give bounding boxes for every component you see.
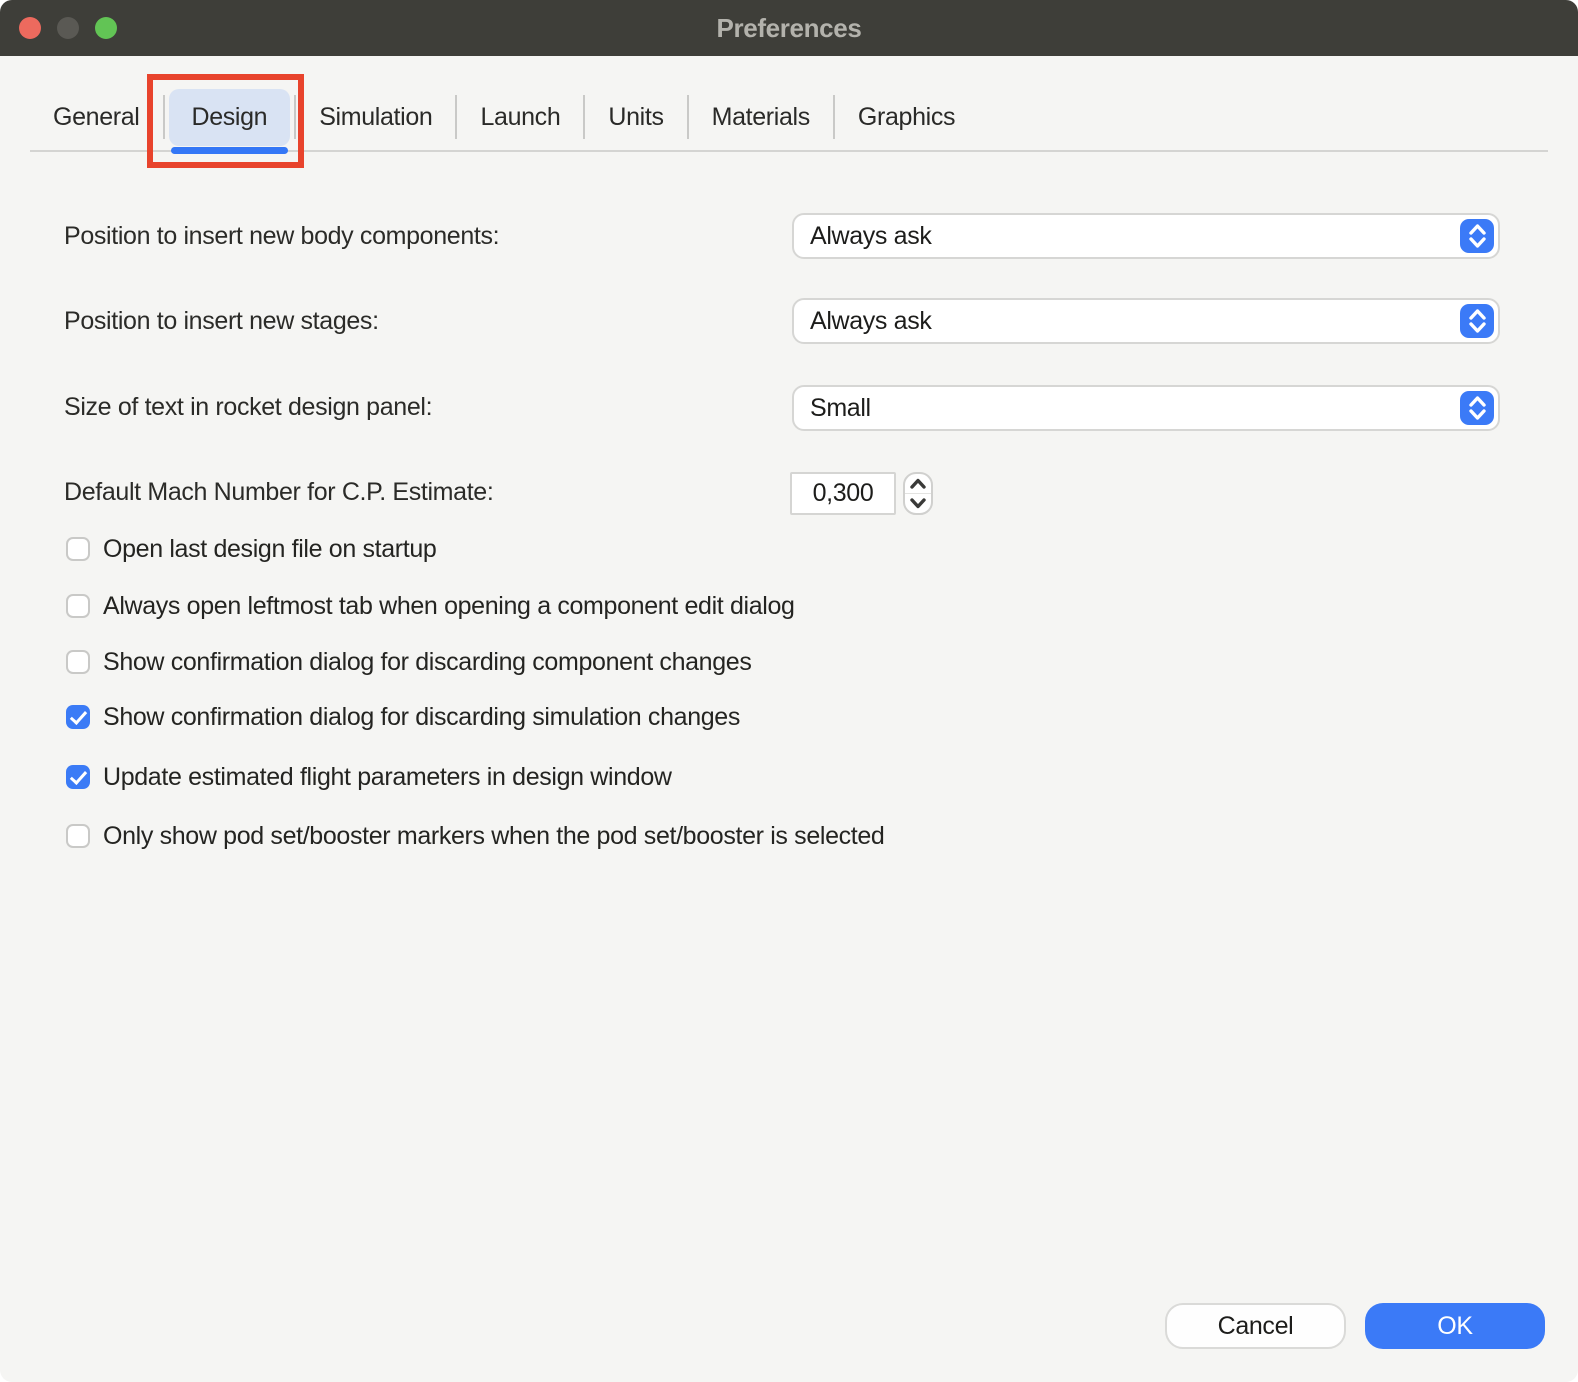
zoom-button[interactable] — [95, 17, 117, 39]
checkbox-label: Show confirmation dialog for discarding … — [103, 703, 740, 732]
minimize-button[interactable] — [57, 17, 79, 39]
tab-units[interactable]: Units — [585, 103, 686, 132]
checkbox-row[interactable]: Show confirmation dialog for discarding … — [66, 644, 752, 680]
tab-general[interactable]: General — [30, 103, 163, 132]
cancel-button[interactable]: Cancel — [1165, 1303, 1346, 1349]
open-last-design-checkbox[interactable] — [66, 537, 90, 561]
tab-bar: General Design Simulation Launch Units M… — [0, 56, 1578, 152]
tab-materials[interactable]: Materials — [689, 103, 833, 132]
mach-number-stepper — [903, 472, 933, 515]
update-flight-params-checkbox[interactable] — [66, 765, 90, 789]
tab-simulation[interactable]: Simulation — [296, 103, 455, 132]
new-stages-label: Position to insert new stages: — [64, 303, 379, 339]
checkbox-row[interactable]: Only show pod set/booster markers when t… — [66, 818, 884, 854]
checkbox-label: Open last design file on startup — [103, 535, 436, 564]
new-stages-dropdown[interactable]: Always ask — [792, 298, 1500, 344]
checkbox-label: Show confirmation dialog for discarding … — [103, 648, 752, 677]
body-components-label: Position to insert new body components: — [64, 218, 499, 254]
discard-simulation-checkbox[interactable] — [66, 705, 90, 729]
window-title: Preferences — [716, 13, 861, 44]
preferences-window: Preferences General Design Simulation La… — [0, 0, 1578, 1382]
checkbox-row[interactable]: Open last design file on startup — [66, 531, 436, 567]
tab-graphics[interactable]: Graphics — [835, 103, 978, 132]
window-controls — [19, 17, 117, 39]
mach-number-label: Default Mach Number for C.P. Estimate: — [64, 474, 493, 510]
text-size-label: Size of text in rocket design panel: — [64, 389, 432, 425]
dropdown-chevrons-icon — [1460, 304, 1494, 338]
tab-design[interactable]: Design — [169, 89, 291, 146]
checkbox-row[interactable]: Always open leftmost tab when opening a … — [66, 588, 795, 624]
checkbox-label: Update estimated flight parameters in de… — [103, 763, 672, 792]
dropdown-chevrons-icon — [1460, 219, 1494, 253]
dropdown-value: Always ask — [810, 222, 932, 251]
dropdown-value: Small — [810, 394, 871, 423]
tab-launch[interactable]: Launch — [457, 103, 583, 132]
leftmost-tab-checkbox[interactable] — [66, 594, 90, 618]
ok-button[interactable]: OK — [1365, 1303, 1545, 1349]
checkbox-label: Always open leftmost tab when opening a … — [103, 592, 795, 621]
checkbox-row[interactable]: Update estimated flight parameters in de… — [66, 759, 672, 795]
annotation-highlight-box: Design — [169, 89, 291, 146]
dropdown-value: Always ask — [810, 307, 932, 336]
checkbox-label: Only show pod set/booster markers when t… — [103, 822, 884, 851]
dropdown-chevrons-icon — [1460, 391, 1494, 425]
stepper-down-button[interactable] — [905, 494, 931, 513]
checkbox-row[interactable]: Show confirmation dialog for discarding … — [66, 699, 740, 735]
title-bar: Preferences — [0, 0, 1578, 56]
text-size-dropdown[interactable]: Small — [792, 385, 1500, 431]
mach-number-input[interactable]: 0,300 — [790, 472, 896, 515]
pod-set-markers-checkbox[interactable] — [66, 824, 90, 848]
discard-component-checkbox[interactable] — [66, 650, 90, 674]
stepper-up-button[interactable] — [905, 474, 931, 493]
tab-separator — [163, 95, 165, 139]
close-button[interactable] — [19, 17, 41, 39]
body-components-dropdown[interactable]: Always ask — [792, 213, 1500, 259]
